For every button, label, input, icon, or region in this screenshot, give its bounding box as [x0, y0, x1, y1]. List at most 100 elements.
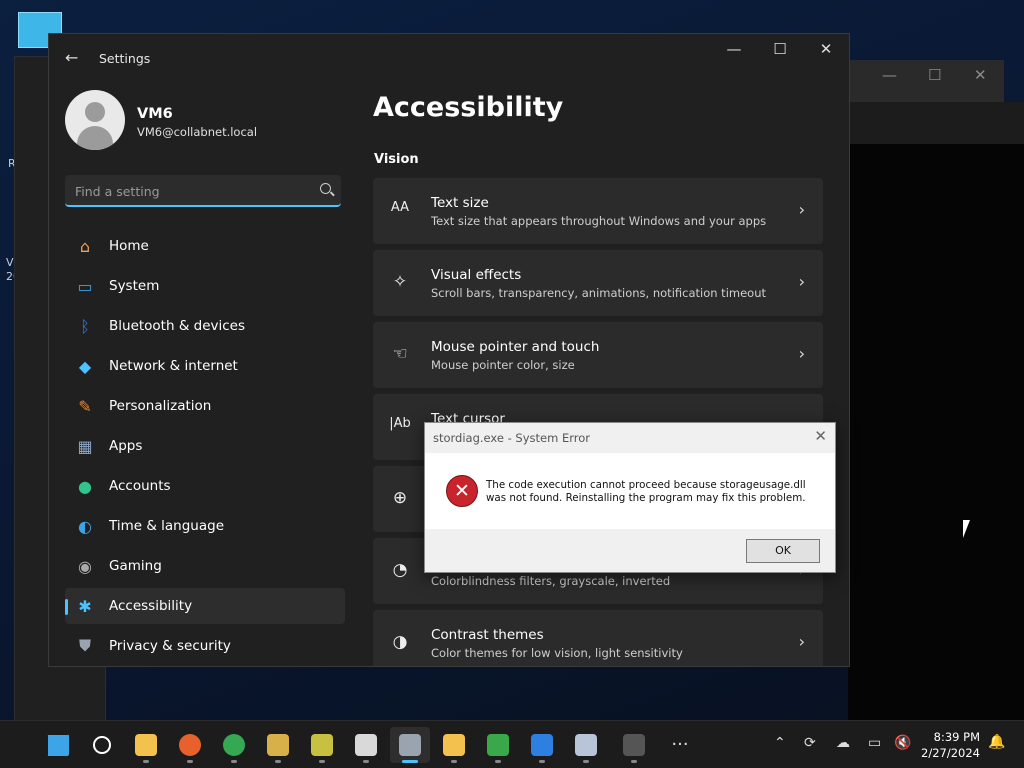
- sidebar-item-label: Accounts: [109, 478, 171, 494]
- app-icon: [355, 734, 377, 756]
- background-window-titlebar[interactable]: — ☐ ✕: [848, 60, 1004, 102]
- chevron-right-icon: ›: [798, 272, 805, 291]
- sidebar-item-time-language[interactable]: ◐ Time & language: [65, 508, 345, 544]
- maximize-icon[interactable]: ☐: [928, 66, 941, 84]
- card-subtitle: Text size that appears throughout Window…: [431, 214, 767, 228]
- accounts-icon: ●: [78, 476, 92, 496]
- sidebar-item-accessibility[interactable]: ✱ Accessibility: [65, 588, 345, 624]
- taskbar-security-shield-button[interactable]: [434, 727, 474, 763]
- security-shield-icon: [443, 734, 465, 756]
- app-icon: [267, 734, 289, 756]
- sidebar-item-bluetooth-devices[interactable]: ᛒ Bluetooth & devices: [65, 308, 345, 344]
- sparkle-icon: ✧: [392, 272, 408, 292]
- close-icon[interactable]: ✕: [803, 40, 849, 58]
- taskbar-terminal-button[interactable]: [614, 727, 654, 763]
- volume-muted-icon[interactable]: 🔇: [894, 735, 911, 751]
- settings-card-text-size[interactable]: AA Text size Text size that appears throug…: [373, 178, 823, 244]
- cloud-icon[interactable]: ☁: [836, 735, 850, 751]
- running-indicator: [275, 760, 281, 763]
- sidebar-item-label: Network & internet: [109, 358, 238, 374]
- taskbar-app-button[interactable]: [566, 727, 606, 763]
- search-box[interactable]: [65, 175, 341, 207]
- notification-bell-icon[interactable]: 🔔: [988, 734, 1005, 750]
- running-indicator: [319, 760, 325, 763]
- network-icon[interactable]: ▭: [868, 735, 881, 751]
- avatar[interactable]: [65, 90, 125, 150]
- running-indicator: [187, 760, 193, 763]
- back-arrow-icon[interactable]: ←: [65, 48, 78, 67]
- card-title: Contrast themes: [431, 627, 544, 643]
- background-terminal-window[interactable]: [848, 102, 1024, 720]
- taskbar-start-button[interactable]: [38, 727, 78, 763]
- sidebar-item-accounts[interactable]: ● Accounts: [65, 468, 345, 504]
- taskbar-bluetooth-button[interactable]: [522, 727, 562, 763]
- error-dialog: stordiag.exe - System Error ✕ ✕ The code…: [424, 422, 836, 573]
- mouse-cursor-icon: [963, 520, 977, 538]
- taskbar-firefox-button[interactable]: [170, 727, 210, 763]
- clock-date: 2/27/2024: [921, 746, 980, 760]
- sidebar-item-system[interactable]: ▭ System: [65, 268, 345, 304]
- dialog-title: stordiag.exe - System Error: [433, 431, 590, 445]
- taskbar-app-button[interactable]: [478, 727, 518, 763]
- sidebar-item-label: Home: [109, 238, 149, 254]
- settings-icon: [399, 734, 421, 756]
- apps-icon: ▦: [77, 436, 93, 456]
- more-icon: ···: [671, 734, 689, 755]
- close-icon[interactable]: ✕: [814, 427, 827, 445]
- sidebar-item-label: Time & language: [109, 518, 225, 534]
- firefox-icon: [179, 734, 201, 756]
- accessibility-icon: ✱: [78, 596, 92, 616]
- start-icon: [47, 734, 69, 756]
- error-icon: ✕: [446, 475, 478, 507]
- sidebar-item-label: System: [109, 278, 160, 294]
- maximize-icon[interactable]: ☐: [757, 40, 803, 58]
- sidebar-item-home[interactable]: ⌂ Home: [65, 228, 345, 264]
- palette-icon: ◔: [392, 560, 408, 580]
- running-indicator: [631, 760, 637, 763]
- taskbar: ··· ⌃ ⟳ ☁ ▭ 🔇 8:39 PM 2/27/2024 🔔: [0, 720, 1024, 768]
- ok-button[interactable]: OK: [746, 539, 820, 563]
- minimize-icon[interactable]: —: [711, 40, 757, 58]
- running-indicator: [583, 760, 589, 763]
- wifi-icon: ◆: [78, 356, 92, 376]
- sidebar-item-apps[interactable]: ▦ Apps: [65, 428, 345, 464]
- chevron-up-icon[interactable]: ⌃: [774, 735, 786, 751]
- taskbar-app-button[interactable]: [258, 727, 298, 763]
- app-icon: [487, 734, 509, 756]
- settings-card-visual-effects[interactable]: ✧ Visual effects Scroll bars, transparency…: [373, 250, 823, 316]
- search-input[interactable]: [73, 179, 307, 203]
- taskbar-app-button[interactable]: [302, 727, 342, 763]
- card-subtitle: Scroll bars, transparency, animations, n…: [431, 286, 766, 300]
- taskbar-settings-button[interactable]: [390, 727, 430, 763]
- app-title: Settings: [99, 51, 151, 66]
- chevron-right-icon: ›: [798, 632, 805, 651]
- sidebar-item-network-internet[interactable]: ◆ Network & internet: [65, 348, 345, 384]
- chrome-icon: [223, 734, 245, 756]
- clock-time: 8:39 PM: [933, 730, 980, 744]
- sidebar-item-personalization[interactable]: ✎ Personalization: [65, 388, 345, 424]
- gamepad-icon: ◉: [78, 556, 92, 576]
- sidebar-item-label: Personalization: [109, 398, 212, 414]
- close-icon[interactable]: ✕: [974, 66, 987, 84]
- search-icon[interactable]: [320, 183, 331, 194]
- sidebar-item-gaming[interactable]: ◉ Gaming: [65, 548, 345, 584]
- user-name: VM6: [137, 106, 173, 122]
- taskbar-search-button[interactable]: [82, 727, 122, 763]
- taskbar-app-button[interactable]: [346, 727, 386, 763]
- sidebar-item-privacy-security[interactable]: ⛊ Privacy & security: [65, 628, 345, 664]
- app-icon: [311, 734, 333, 756]
- clock[interactable]: 8:39 PM 2/27/2024: [921, 729, 980, 761]
- taskbar-more-button[interactable]: ···: [660, 727, 700, 763]
- taskbar-file-explorer-button[interactable]: [126, 727, 166, 763]
- terminal-titlebar[interactable]: [848, 102, 1024, 144]
- sync-icon[interactable]: ⟳: [804, 735, 816, 751]
- settings-card-mouse-pointer-and-touch[interactable]: ☜ Mouse pointer and touch Mouse pointer co…: [373, 322, 823, 388]
- chevron-right-icon: ›: [798, 200, 805, 219]
- running-indicator: [451, 760, 457, 763]
- minimize-icon[interactable]: —: [882, 66, 897, 84]
- card-subtitle: Mouse pointer color, size: [431, 358, 575, 372]
- settings-card-contrast-themes[interactable]: ◑ Contrast themes Color themes for low vis…: [373, 610, 823, 666]
- card-title: Text size: [431, 195, 489, 211]
- taskbar-chrome-button[interactable]: [214, 727, 254, 763]
- text-size-icon: AA: [390, 200, 410, 215]
